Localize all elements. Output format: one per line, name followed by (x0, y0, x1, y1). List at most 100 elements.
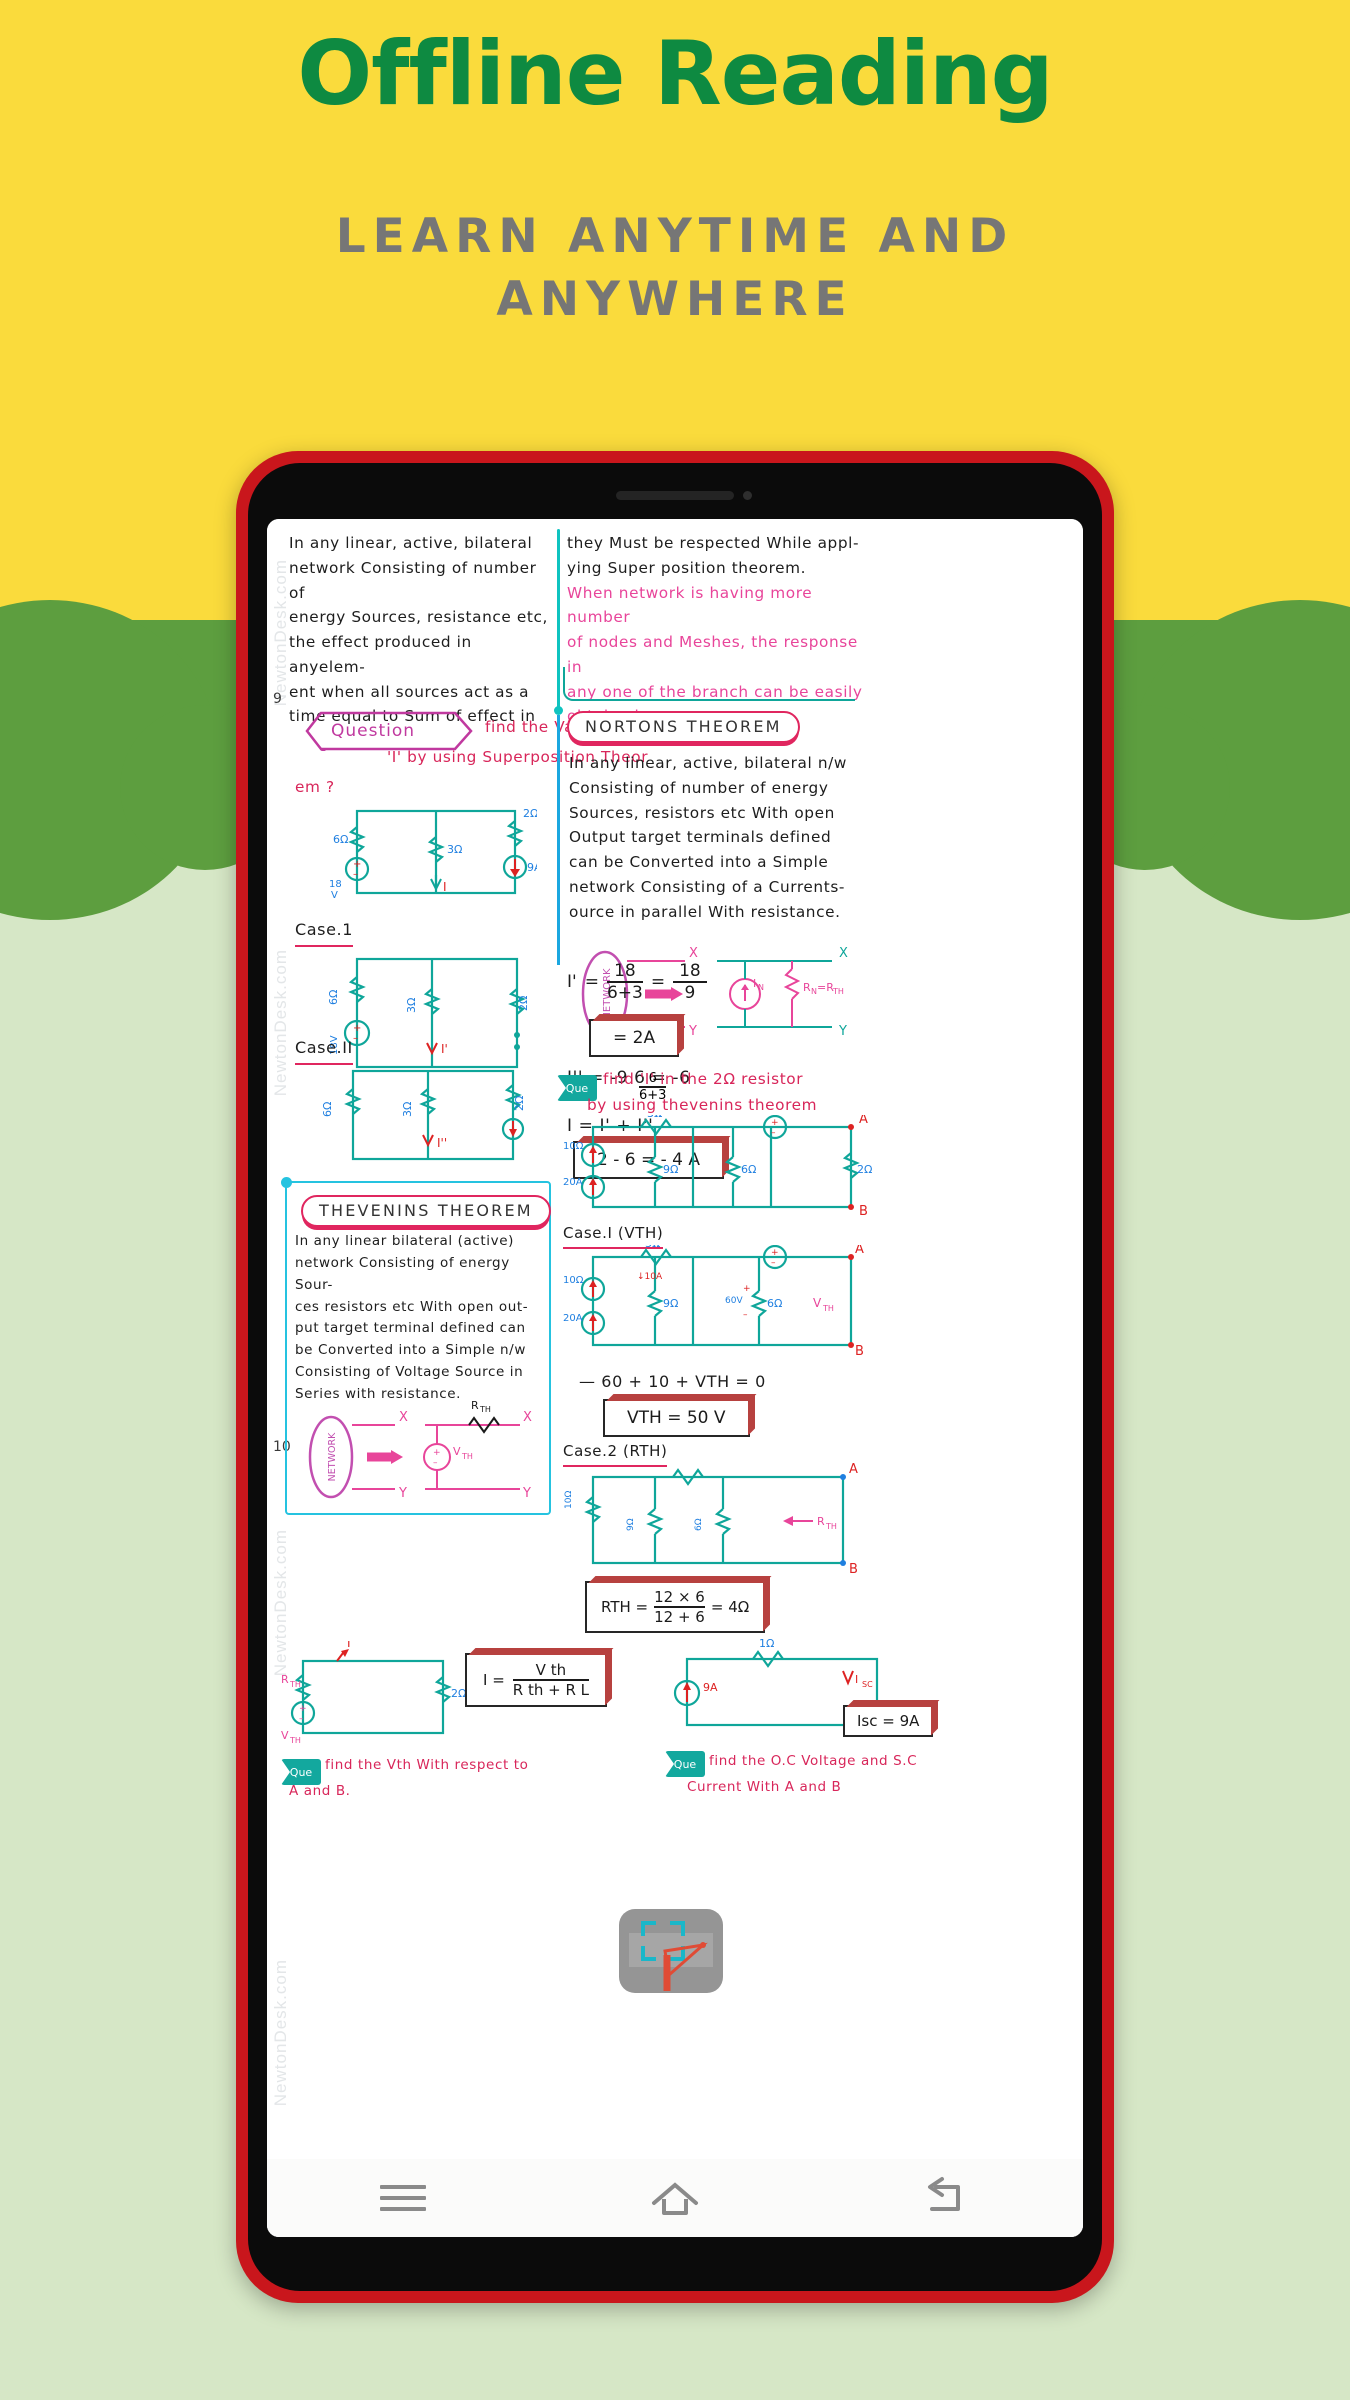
case1-eq-denominator: 6+3 (606, 983, 643, 1003)
note-line: can be Converted into a Simple (569, 853, 829, 872)
svg-text:Y: Y (688, 1024, 697, 1039)
note-line: ces resistors etc With open out- (295, 1298, 529, 1315)
svg-text:9Ω: 9Ω (663, 1297, 678, 1310)
svg-text:A: A (849, 1463, 858, 1477)
formula-lhs: I = (483, 1671, 505, 1689)
front-camera-icon (743, 491, 753, 500)
svg-text:10Ω: 10Ω (563, 1275, 584, 1286)
case1-eq-numerator2: 18 (673, 961, 707, 983)
svg-text:+: + (433, 1448, 441, 1458)
svg-text:9Ω: 9Ω (626, 1518, 636, 1531)
svg-text:R: R (817, 1515, 825, 1528)
note-line: network Consisting of number of (289, 558, 537, 602)
svg-text:6Ω: 6Ω (327, 990, 340, 1005)
svg-text:–: – (771, 1258, 776, 1268)
svg-text:3Ω: 3Ω (647, 1115, 662, 1120)
page-subtitle: LEARN ANYTIME AND ANYWHERE (335, 209, 1015, 328)
svg-text:6Ω: 6Ω (321, 1102, 334, 1117)
case-vth-equation: — 60 + 10 + VTH = 0 (579, 1372, 766, 1391)
case1-eq-denominator2: 9 (684, 983, 696, 1003)
svg-text:10V: 10V (769, 1245, 789, 1246)
svg-text:B: B (859, 1204, 868, 1219)
svg-text:2Ω: 2Ω (517, 996, 530, 1011)
isc-result-box: Isc = 9A (843, 1705, 934, 1737)
case1-equation: I' = 18 6+3 = 18 9 (567, 961, 707, 1003)
svg-text:↓10A: ↓10A (637, 1272, 663, 1282)
thevenins-equivalent-diagram: NETWORK X Y + – V TH R TH X Y (308, 1399, 532, 1501)
case1-eq-numerator: 18 (606, 961, 643, 983)
phone-mockup: NewtonDesk.com NewtonDesk.com NewtonDesk… (236, 451, 1114, 2303)
svg-text:Y: Y (522, 1486, 531, 1501)
case1-result-box: = 2A (589, 1019, 680, 1057)
thevenin-circuit-diagram: 3Ω + – 10V 10Ω 20A 9Ω (563, 1115, 872, 1219)
svg-text:+: + (771, 1118, 779, 1128)
svg-text:A: A (859, 1115, 868, 1127)
phone-frame: NewtonDesk.com NewtonDesk.com NewtonDesk… (248, 463, 1102, 2291)
svg-text:TH: TH (832, 987, 844, 996)
note-line: In any linear bilateral (active) (295, 1233, 514, 1249)
phone-screen[interactable]: NewtonDesk.com NewtonDesk.com NewtonDesk… (267, 519, 1083, 2237)
svg-text:X: X (839, 946, 848, 961)
svg-text:V: V (453, 1445, 461, 1458)
question-label: Question (331, 721, 416, 741)
svg-text:+: + (771, 1248, 779, 1258)
note-line: Consisting of Voltage Source in (295, 1364, 524, 1381)
formula-num: V th (512, 1661, 589, 1681)
svg-text:–: – (433, 1458, 438, 1468)
svg-text:2Ω: 2Ω (523, 807, 537, 820)
floating-tool-overlay[interactable] (619, 1909, 723, 1993)
svg-text:R: R (471, 1399, 479, 1412)
svg-text:I: I (347, 1641, 351, 1650)
svg-text:60V: 60V (725, 1296, 743, 1306)
svg-text:Y: Y (398, 1486, 407, 1501)
svg-text:–: – (299, 1714, 304, 1724)
svg-text:20A: 20A (563, 1177, 583, 1188)
svg-text:TH: TH (289, 1680, 301, 1689)
svg-text:6Ω: 6Ω (694, 1518, 704, 1531)
note-line: be Converted into a Simple n/w (295, 1342, 526, 1359)
handwritten-notes-page[interactable]: NewtonDesk.com NewtonDesk.com NewtonDesk… (267, 519, 1083, 2237)
svg-text:V: V (331, 890, 338, 901)
case-rth-num: 12 × 6 (654, 1588, 705, 1608)
note-line: the effect produced in anyelem- (289, 633, 472, 676)
note-line: In any linear, active, bilateral (289, 534, 533, 552)
recents-icon[interactable] (368, 2173, 438, 2223)
nortons-section-rule (557, 715, 560, 965)
svg-text:+: + (743, 1284, 751, 1294)
svg-text:Y: Y (838, 1024, 847, 1039)
nortons-theorem-heading: NORTONS THEOREM (567, 711, 800, 743)
note-line: Sources, resistors etc With open (569, 803, 835, 822)
svg-text:9A: 9A (703, 1681, 718, 1694)
thevenins-theorem-heading: THEVENINS THEOREM (301, 1195, 551, 1227)
svg-text:10Ω: 10Ω (563, 1141, 584, 1152)
svg-text:–: – (743, 1310, 748, 1320)
svg-text:B: B (849, 1562, 858, 1577)
svg-text:I: I (443, 880, 447, 894)
column-divider (554, 529, 562, 715)
page-title: Offline Reading (297, 22, 1053, 125)
svg-text:NETWORK: NETWORK (327, 1432, 338, 1481)
home-icon[interactable] (640, 2173, 710, 2223)
case-rth-lhs: RTH = (601, 1598, 649, 1616)
svg-text:6Ω: 6Ω (741, 1163, 756, 1176)
svg-text:3Ω: 3Ω (405, 998, 418, 1013)
android-navigation-bar[interactable] (267, 2159, 1083, 2237)
svg-text:TH: TH (822, 1304, 834, 1313)
note-line: put target terminal defined can (295, 1320, 526, 1337)
svg-text:X: X (523, 1410, 532, 1425)
svg-text:N: N (758, 983, 764, 992)
pen-icon[interactable] (655, 1931, 715, 1993)
equals-sign: = (584, 972, 599, 992)
bottom-left-question-line2: A and B. (289, 1783, 351, 1799)
watermark: NewtonDesk.com (271, 949, 290, 1097)
back-icon[interactable] (912, 2173, 982, 2223)
speaker-grill-icon (616, 491, 734, 500)
note-line: In any linear, active, bilateral n/w (569, 754, 847, 772)
nortons-body: In any linear, active, bilateral n/w Con… (569, 751, 879, 924)
svg-text:2Ω: 2Ω (857, 1163, 872, 1176)
case1-heading: Case.1 (295, 917, 354, 947)
svg-text:TH: TH (479, 1405, 491, 1414)
case-vth-result-box: VTH = 50 V (603, 1399, 750, 1437)
svg-text:10V: 10V (777, 1115, 797, 1118)
svg-text:=R: =R (817, 981, 834, 994)
